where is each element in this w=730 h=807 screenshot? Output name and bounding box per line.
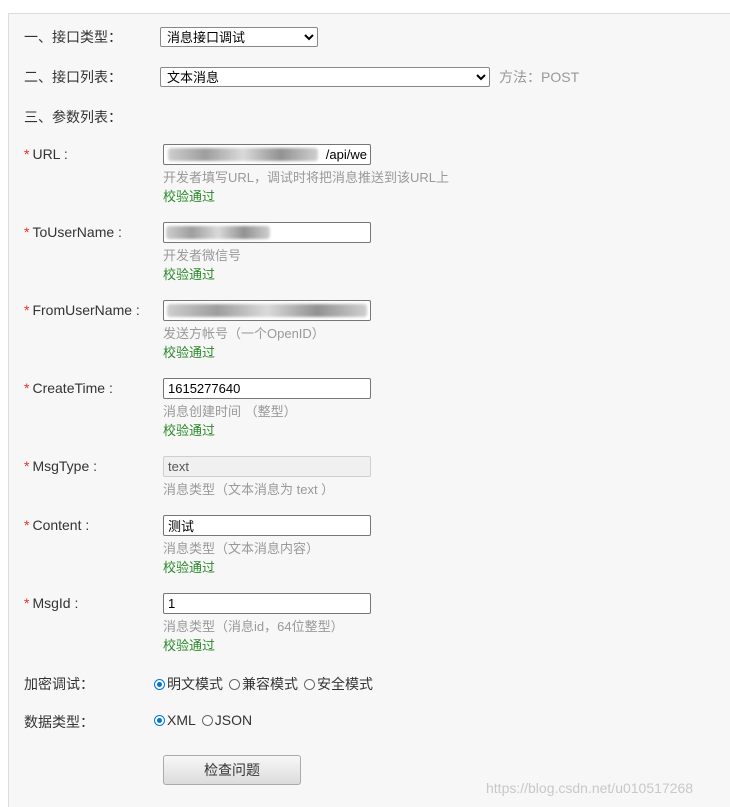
from-user-label: * FromUserName :	[24, 302, 140, 318]
msg-type-label: * MsgType :	[24, 458, 98, 474]
interface-list-select[interactable]: 文本消息	[160, 67, 490, 87]
radio-json[interactable]: JSON	[201, 712, 252, 728]
data-type-radio-group: XML JSON	[154, 712, 258, 728]
interface-type-label: 一、接口类型：	[24, 29, 122, 45]
radio-selected-icon	[154, 678, 165, 690]
from-user-hint: 发送方帐号（一个OpenID）	[163, 326, 325, 341]
watermark: https://blog.csdn.net/u010517268	[486, 780, 694, 796]
from-user-status: 校验通过	[163, 345, 216, 360]
interface-list-label: 二、接口列表：	[24, 69, 122, 85]
create-time-label: * CreateTime :	[24, 380, 113, 396]
to-user-status: 校验通过	[163, 267, 216, 282]
param-list-label: 三、参数列表：	[24, 109, 122, 125]
create-time-input[interactable]	[163, 378, 371, 399]
radio-xml[interactable]: XML	[154, 712, 196, 728]
url-label: * URL :	[24, 146, 68, 162]
redacted-value	[166, 226, 270, 239]
radio-icon	[201, 714, 213, 726]
msg-id-input[interactable]	[163, 593, 371, 614]
interface-type-select[interactable]: 消息接口调试	[160, 27, 318, 47]
to-user-input[interactable]	[163, 222, 371, 243]
url-input[interactable]: /api/we	[163, 144, 371, 165]
method-text: 方法：POST	[499, 69, 580, 85]
redacted-value	[168, 148, 318, 161]
radio-icon	[229, 678, 240, 690]
msg-type-hint: 消息类型（文本消息为 text ）	[163, 482, 335, 497]
from-user-input[interactable]	[163, 300, 371, 321]
url-hint: 开发者填写URL，调试时将把消息推送到该URL上	[163, 170, 450, 185]
encryption-label: 加密调试：	[24, 676, 94, 692]
msg-id-status: 校验通过	[163, 638, 216, 653]
check-problem-button[interactable]: 检查问题	[163, 755, 301, 785]
create-time-status: 校验通过	[163, 423, 216, 438]
encryption-radio-group: 明文模式 兼容模式 安全模式	[154, 674, 379, 694]
radio-plaintext-mode[interactable]: 明文模式	[154, 674, 223, 694]
content-label: * Content :	[24, 517, 90, 533]
url-value-tail: /api/we	[325, 147, 367, 162]
create-time-hint: 消息创建时间 （整型）	[163, 404, 297, 419]
data-type-label: 数据类型：	[24, 714, 94, 730]
content-status: 校验通过	[163, 560, 216, 575]
to-user-hint: 开发者微信号	[163, 248, 242, 263]
radio-icon	[304, 678, 315, 690]
radio-selected-icon	[154, 714, 165, 726]
content-hint: 消息类型（文本消息内容）	[163, 541, 320, 556]
redacted-value	[167, 304, 367, 317]
msg-type-input	[163, 456, 371, 477]
msg-id-label: * MsgId :	[24, 595, 79, 611]
msg-id-hint: 消息类型（消息id，64位整型）	[163, 619, 344, 634]
url-status: 校验通过	[163, 189, 216, 204]
to-user-label: * ToUserName :	[24, 224, 122, 240]
radio-secure-mode[interactable]: 安全模式	[304, 674, 373, 694]
radio-compatible-mode[interactable]: 兼容模式	[229, 674, 298, 694]
content-input[interactable]	[163, 515, 371, 536]
